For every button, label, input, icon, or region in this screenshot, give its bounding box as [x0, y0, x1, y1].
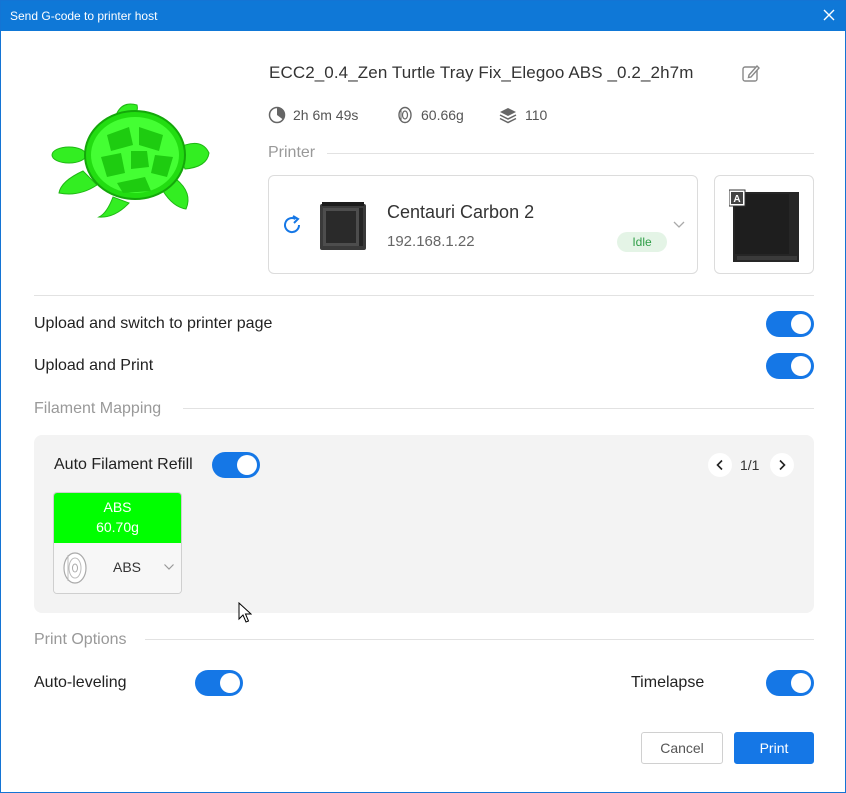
- print-options-label: Print Options: [34, 631, 127, 648]
- auto-leveling-label: Auto-leveling: [34, 674, 127, 691]
- printer-section-label: Printer: [268, 144, 316, 161]
- layer-count-stat: 110: [498, 105, 547, 125]
- upload-switch-toggle[interactable]: [766, 311, 814, 337]
- page-indicator: 1/1: [740, 457, 760, 473]
- spool-icon: [398, 106, 412, 124]
- print-time: 2h 6m 49s: [293, 107, 359, 123]
- auto-refill-label: Auto Filament Refill: [54, 456, 193, 473]
- printer-selector[interactable]: Centauri Carbon 2 192.168.1.22 Idle: [268, 175, 698, 274]
- close-icon[interactable]: [821, 7, 837, 23]
- filament-color-swatch: ABS 60.70g: [54, 493, 181, 543]
- status-badge: Idle: [617, 232, 667, 252]
- cancel-button[interactable]: Cancel: [641, 732, 723, 764]
- layer-count: 110: [525, 107, 548, 123]
- chevron-down-icon: [164, 564, 174, 570]
- divider: [34, 295, 814, 296]
- print-button[interactable]: Print: [734, 732, 814, 764]
- mouse-cursor-icon: [238, 602, 252, 623]
- print-time-stat: 2h 6m 49s: [268, 105, 358, 125]
- prev-page-button[interactable]: [708, 453, 732, 477]
- send-gcode-dialog: Send G-code to printer host ECC2_0.4_Zen…: [0, 0, 846, 793]
- filament-slot: ABS 60.70g ABS: [53, 492, 182, 594]
- auto-leveling-toggle[interactable]: [195, 670, 243, 696]
- chevron-left-icon: [716, 459, 723, 471]
- clock-icon: [268, 106, 286, 124]
- next-page-button[interactable]: [770, 453, 794, 477]
- divider: [183, 408, 814, 409]
- filament-mapping-panel: Auto Filament Refill 1/1 ABS 60.70g ABS: [34, 435, 814, 613]
- auto-refill-toggle[interactable]: [212, 452, 260, 478]
- divider: [145, 639, 814, 640]
- camera-thumbnail: A: [729, 189, 799, 262]
- camera-preview[interactable]: A: [714, 175, 814, 274]
- chevron-right-icon: [779, 459, 786, 471]
- divider: [327, 153, 814, 154]
- file-name: ECC2_0.4_Zen Turtle Tray Fix_Elegoo ABS …: [269, 63, 694, 82]
- timelapse-toggle[interactable]: [766, 670, 814, 696]
- filament-weight-stat: 60.66g: [396, 105, 464, 125]
- filament-material: ABS: [103, 499, 132, 515]
- camera-badge: A: [733, 194, 740, 205]
- chevron-down-icon[interactable]: [672, 220, 686, 230]
- mapped-filament: ABS: [113, 559, 142, 575]
- upload-print-label: Upload and Print: [34, 357, 154, 374]
- spool-icon: [63, 552, 87, 584]
- filament-mapping-select[interactable]: ABS: [54, 543, 181, 593]
- upload-print-toggle[interactable]: [766, 353, 814, 379]
- timelapse-label: Timelapse: [631, 674, 705, 691]
- model-thumbnail: [51, 103, 210, 218]
- edit-icon[interactable]: [741, 63, 761, 83]
- window-title: Send G-code to printer host: [10, 9, 158, 23]
- title-bar: Send G-code to printer host: [1, 1, 845, 31]
- printer-ip: 192.168.1.22: [387, 233, 475, 250]
- refresh-icon[interactable]: [281, 214, 303, 236]
- filament-weight: 60.70g: [96, 519, 139, 535]
- printer-name: Centauri Carbon 2: [387, 202, 535, 222]
- filament-weight: 60.66g: [421, 107, 464, 123]
- printer-image: [320, 202, 366, 250]
- layers-icon: [499, 108, 517, 124]
- upload-switch-label: Upload and switch to printer page: [34, 315, 273, 332]
- filament-mapping-label: Filament Mapping: [34, 400, 162, 417]
